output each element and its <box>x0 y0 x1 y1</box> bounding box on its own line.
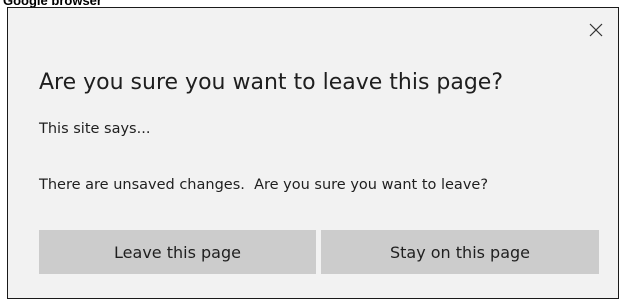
close-button[interactable] <box>582 16 610 44</box>
dialog-message: There are unsaved changes. Are you sure … <box>39 177 489 193</box>
page: Google browser Are you sure you want to … <box>0 0 626 305</box>
leave-page-button[interactable]: Leave this page <box>39 230 316 274</box>
stay-on-page-button[interactable]: Stay on this page <box>321 230 599 274</box>
site-says-label: This site says... <box>39 121 151 137</box>
close-icon <box>589 23 603 37</box>
leave-page-dialog: Are you sure you want to leave this page… <box>7 7 619 299</box>
dialog-title: Are you sure you want to leave this page… <box>39 70 504 95</box>
